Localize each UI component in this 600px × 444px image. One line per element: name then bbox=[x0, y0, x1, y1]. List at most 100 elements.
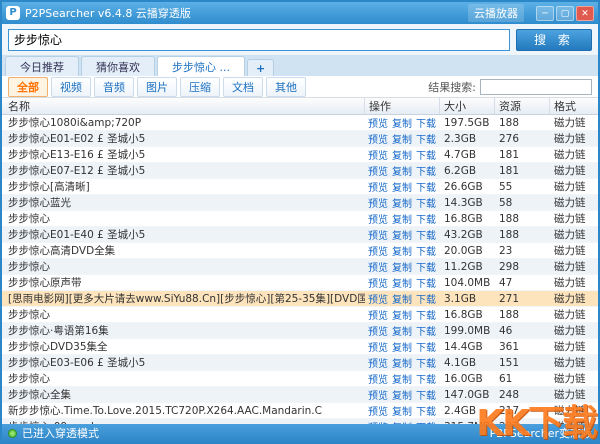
tab-guess-you-like[interactable]: 猜你喜欢 bbox=[81, 56, 155, 76]
tab-today-recommend[interactable]: 今日推荐 bbox=[5, 56, 79, 76]
header-size[interactable]: 大小 bbox=[440, 98, 495, 114]
filter-all[interactable]: 全部 bbox=[8, 77, 48, 97]
table-row[interactable]: 步步惊心高清DVD全集 预览 复制 下载 20.0GB 23 磁力链 bbox=[2, 243, 598, 259]
result-actions: 预览 复制 下载 bbox=[365, 227, 440, 242]
copy-link[interactable]: 复制 bbox=[392, 195, 412, 210]
copy-link[interactable]: 复制 bbox=[392, 403, 412, 418]
header-resources[interactable]: 资源 bbox=[495, 98, 550, 114]
download-link[interactable]: 下载 bbox=[416, 227, 436, 242]
preview-link[interactable]: 预览 bbox=[368, 179, 388, 194]
table-row[interactable]: 步步惊心·粤语第16集 预览 复制 下载 199.0MB 46 磁力链 bbox=[2, 323, 598, 339]
copy-link[interactable]: 复制 bbox=[392, 243, 412, 258]
download-link[interactable]: 下载 bbox=[416, 259, 436, 274]
preview-link[interactable]: 预览 bbox=[368, 403, 388, 418]
preview-link[interactable]: 预览 bbox=[368, 115, 388, 130]
search-input[interactable] bbox=[8, 29, 510, 51]
filter-image[interactable]: 图片 bbox=[137, 77, 177, 97]
download-link[interactable]: 下载 bbox=[416, 275, 436, 290]
preview-link[interactable]: 预览 bbox=[368, 307, 388, 322]
table-row[interactable]: 步步惊心 预览 复制 下载 16.8GB 188 磁力链 bbox=[2, 307, 598, 323]
copy-link[interactable]: 复制 bbox=[392, 339, 412, 354]
download-link[interactable]: 下载 bbox=[416, 371, 436, 386]
table-row[interactable]: 新步步惊心.Time.To.Love.2015.TC720P.X264.AAC.… bbox=[2, 403, 598, 419]
download-link[interactable]: 下载 bbox=[416, 291, 436, 306]
copy-link[interactable]: 复制 bbox=[392, 227, 412, 242]
minimize-button[interactable]: ─ bbox=[536, 6, 554, 21]
copy-link[interactable]: 复制 bbox=[392, 291, 412, 306]
table-row[interactable]: 步步惊心E03-E06 £ 圣城小5 预览 复制 下载 4.1GB 151 磁力… bbox=[2, 355, 598, 371]
table-row[interactable]: 步步惊心E01-E02 £ 圣城小5 预览 复制 下载 2.3GB 276 磁力… bbox=[2, 131, 598, 147]
download-link[interactable]: 下载 bbox=[416, 163, 436, 178]
table-row[interactable]: 步步惊心 预览 复制 下载 11.2GB 298 磁力链 bbox=[2, 259, 598, 275]
copy-link[interactable]: 复制 bbox=[392, 323, 412, 338]
download-link[interactable]: 下载 bbox=[416, 355, 436, 370]
copy-link[interactable]: 复制 bbox=[392, 259, 412, 274]
table-row[interactable]: 步步惊心[高清晰] 预览 复制 下载 26.6GB 55 磁力链 bbox=[2, 179, 598, 195]
preview-link[interactable]: 预览 bbox=[368, 259, 388, 274]
preview-link[interactable]: 预览 bbox=[368, 291, 388, 306]
copy-link[interactable]: 复制 bbox=[392, 387, 412, 402]
filter-archive[interactable]: 压缩 bbox=[180, 77, 220, 97]
table-row[interactable]: 步步惊心 预览 复制 下载 16.8GB 188 磁力链 bbox=[2, 211, 598, 227]
download-link[interactable]: 下载 bbox=[416, 323, 436, 338]
cloud-player-button[interactable]: 云播放器 bbox=[468, 4, 524, 22]
copy-link[interactable]: 复制 bbox=[392, 355, 412, 370]
preview-link[interactable]: 预览 bbox=[368, 355, 388, 370]
table-row[interactable]: 步步惊心E07-E12 £ 圣城小5 预览 复制 下载 6.2GB 181 磁力… bbox=[2, 163, 598, 179]
header-format[interactable]: 格式 bbox=[550, 98, 598, 114]
filter-document[interactable]: 文档 bbox=[223, 77, 263, 97]
tab-search-result[interactable]: 步步惊心 ... bbox=[157, 56, 245, 76]
header-name[interactable]: 名称 bbox=[2, 98, 365, 114]
table-row[interactable]: 步步惊心全集 预览 复制 下载 147.0GB 248 磁力链 bbox=[2, 387, 598, 403]
download-link[interactable]: 下载 bbox=[416, 403, 436, 418]
download-link[interactable]: 下载 bbox=[416, 115, 436, 130]
copy-link[interactable]: 复制 bbox=[392, 371, 412, 386]
preview-link[interactable]: 预览 bbox=[368, 163, 388, 178]
download-link[interactable]: 下载 bbox=[416, 243, 436, 258]
download-link[interactable]: 下载 bbox=[416, 307, 436, 322]
table-row[interactable]: [思雨电影网][更多大片请去www.SiYu88.Cn][步步惊心][第25-3… bbox=[2, 291, 598, 307]
filter-video[interactable]: 视频 bbox=[51, 77, 91, 97]
result-search-input[interactable] bbox=[480, 79, 592, 95]
table-row[interactable]: 步步惊心蓝光 预览 复制 下载 14.3GB 58 磁力链 bbox=[2, 195, 598, 211]
preview-link[interactable]: 预览 bbox=[368, 339, 388, 354]
table-row[interactable]: 步步惊心E01-E40 £ 圣城小5 预览 复制 下载 43.2GB 188 磁… bbox=[2, 227, 598, 243]
search-button[interactable]: 搜 索 bbox=[516, 29, 592, 51]
preview-link[interactable]: 预览 bbox=[368, 371, 388, 386]
preview-link[interactable]: 预览 bbox=[368, 147, 388, 162]
table-row[interactable]: 步步惊心1080i&amp;720P 预览 复制 下载 197.5GB 188 … bbox=[2, 115, 598, 131]
download-link[interactable]: 下载 bbox=[416, 211, 436, 226]
preview-link[interactable]: 预览 bbox=[368, 211, 388, 226]
preview-link[interactable]: 预览 bbox=[368, 275, 388, 290]
download-link[interactable]: 下载 bbox=[416, 339, 436, 354]
filter-other[interactable]: 其他 bbox=[266, 77, 306, 97]
copy-link[interactable]: 复制 bbox=[392, 147, 412, 162]
table-row[interactable]: 步步惊心原声带 预览 复制 下载 104.0MB 47 磁力链 bbox=[2, 275, 598, 291]
copy-link[interactable]: 复制 bbox=[392, 307, 412, 322]
copy-link[interactable]: 复制 bbox=[392, 131, 412, 146]
new-tab-button[interactable]: + bbox=[247, 59, 274, 76]
filter-audio[interactable]: 音频 bbox=[94, 77, 134, 97]
preview-link[interactable]: 预览 bbox=[368, 323, 388, 338]
maximize-button[interactable]: ▢ bbox=[556, 6, 574, 21]
download-link[interactable]: 下载 bbox=[416, 131, 436, 146]
table-row[interactable]: 步步惊心 预览 复制 下载 16.0GB 61 磁力链 bbox=[2, 371, 598, 387]
copy-link[interactable]: 复制 bbox=[392, 211, 412, 226]
copy-link[interactable]: 复制 bbox=[392, 115, 412, 130]
header-actions[interactable]: 操作 bbox=[365, 98, 440, 114]
preview-link[interactable]: 预览 bbox=[368, 387, 388, 402]
table-row[interactable]: 步步惊心DVD35集全 预览 复制 下载 14.4GB 361 磁力链 bbox=[2, 339, 598, 355]
download-link[interactable]: 下载 bbox=[416, 179, 436, 194]
download-link[interactable]: 下载 bbox=[416, 147, 436, 162]
preview-link[interactable]: 预览 bbox=[368, 195, 388, 210]
download-link[interactable]: 下载 bbox=[416, 387, 436, 402]
close-button[interactable]: ✕ bbox=[576, 6, 594, 21]
preview-link[interactable]: 预览 bbox=[368, 227, 388, 242]
copy-link[interactable]: 复制 bbox=[392, 179, 412, 194]
download-link[interactable]: 下载 bbox=[416, 195, 436, 210]
copy-link[interactable]: 复制 bbox=[392, 275, 412, 290]
table-row[interactable]: 步步惊心E13-E16 £ 圣城小5 预览 复制 下载 4.7GB 181 磁力… bbox=[2, 147, 598, 163]
copy-link[interactable]: 复制 bbox=[392, 163, 412, 178]
preview-link[interactable]: 预览 bbox=[368, 243, 388, 258]
preview-link[interactable]: 预览 bbox=[368, 131, 388, 146]
